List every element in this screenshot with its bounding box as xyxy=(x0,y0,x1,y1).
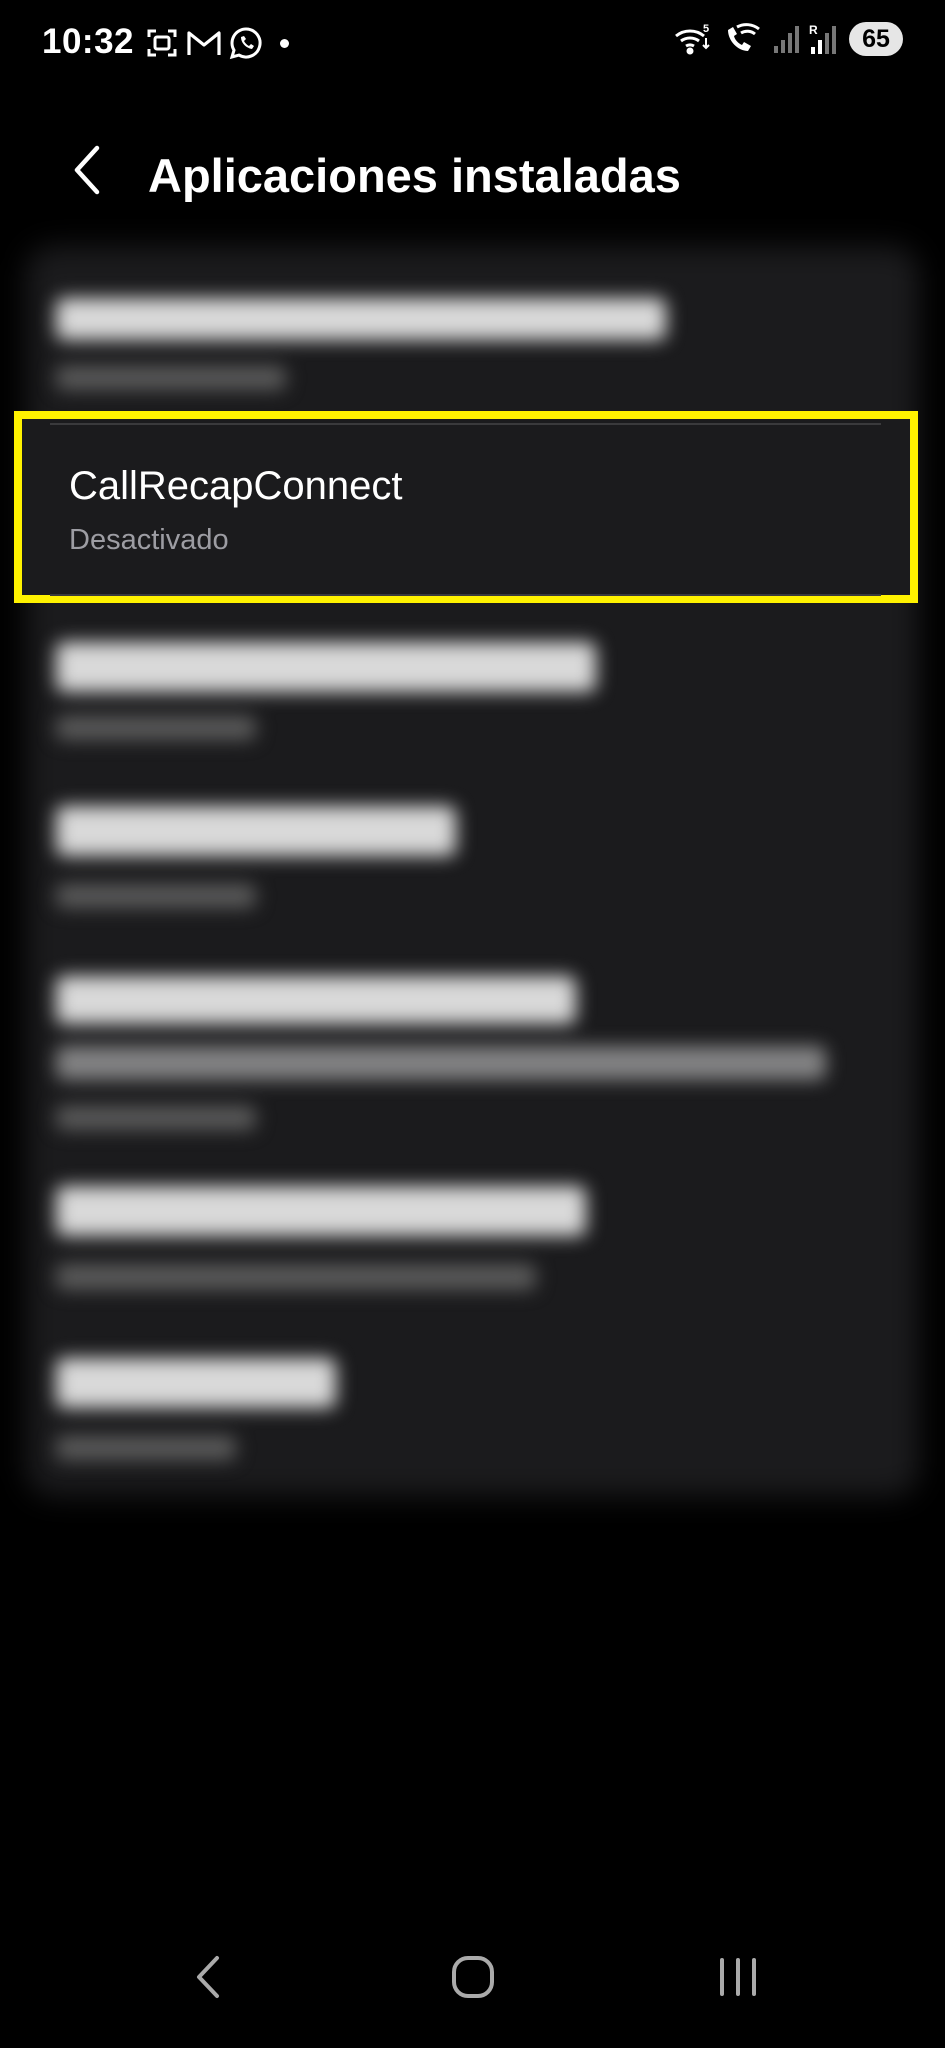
status-bar: 10:32 5 R 65 xyxy=(0,0,945,92)
divider-bottom xyxy=(50,594,881,596)
wifi-5-icon: 5 xyxy=(673,22,713,56)
recents-nav-icon xyxy=(720,1958,756,1996)
svg-text:5: 5 xyxy=(703,23,709,35)
signal-roaming-icon: R xyxy=(809,23,839,55)
whatsapp-icon xyxy=(229,26,263,60)
status-time: 10:32 xyxy=(42,22,135,61)
signal-icon xyxy=(773,24,799,54)
chevron-left-icon xyxy=(74,145,100,195)
list-item-callrecapconnect[interactable]: CallRecapConnect Desactivado xyxy=(22,430,910,590)
back-button[interactable] xyxy=(58,140,118,200)
svg-text:R: R xyxy=(809,23,818,37)
nav-recents-button[interactable] xyxy=(693,1942,783,2012)
status-right-icons: 5 R 65 xyxy=(673,22,903,56)
page-title: Aplicaciones instaladas xyxy=(148,149,681,202)
back-nav-icon xyxy=(197,1956,219,1998)
divider-top xyxy=(50,423,881,425)
notification-dot xyxy=(280,38,289,48)
app-name: CallRecapConnect xyxy=(69,464,403,508)
status-left-icons xyxy=(145,26,289,60)
screenshot-icon xyxy=(145,26,179,60)
app-bar: Aplicaciones instaladas xyxy=(0,120,945,230)
nav-back-button[interactable] xyxy=(163,1942,253,2012)
app-status: Desactivado xyxy=(69,524,229,556)
nav-home-button[interactable] xyxy=(428,1942,518,2012)
navigation-bar xyxy=(0,1930,945,2048)
wifi-call-icon xyxy=(723,22,763,56)
home-nav-icon xyxy=(452,1956,494,1998)
gmail-icon xyxy=(186,28,222,58)
battery-indicator: 65 xyxy=(849,22,903,56)
